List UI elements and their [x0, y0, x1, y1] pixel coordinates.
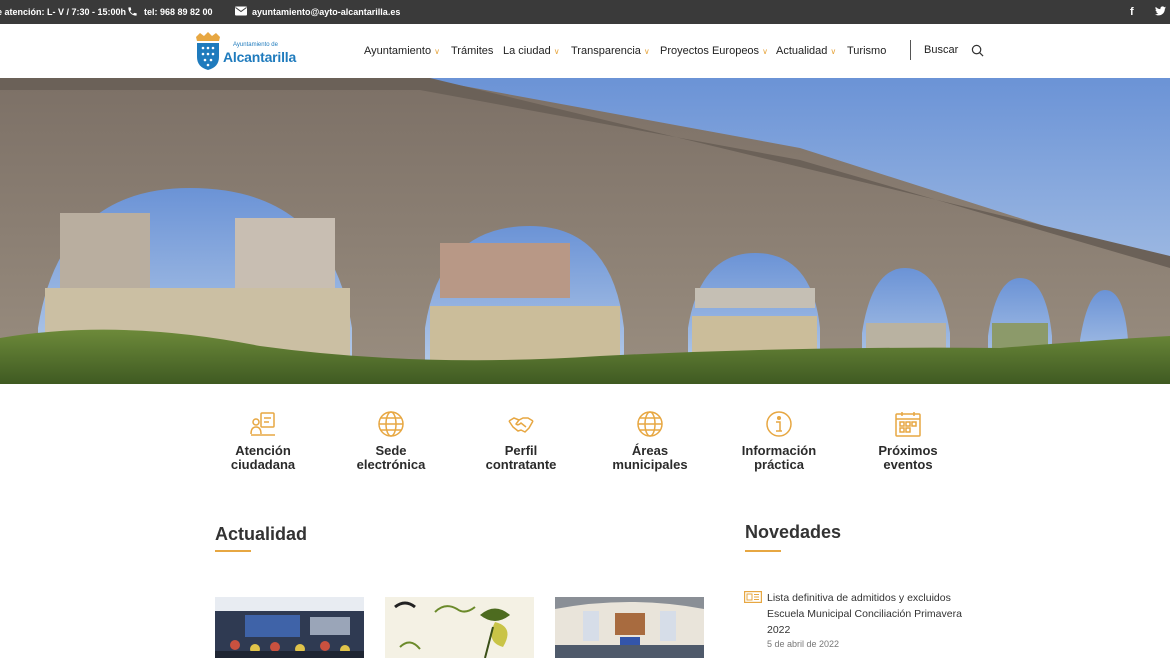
info-icon: [766, 411, 792, 437]
chevron-down-icon: ∨: [830, 47, 837, 56]
news-thumbnail[interactable]: [555, 597, 704, 658]
heading-underline: [745, 550, 781, 552]
site-logo[interactable]: Ayuntamiento de Alcantarilla: [193, 31, 303, 71]
nav-item-transparencia[interactable]: Transparencia ∨: [571, 24, 650, 78]
quick-access-label: Próximos eventos: [878, 443, 938, 472]
nav-item-turismo[interactable]: Turismo: [847, 24, 886, 78]
nav-item-proyectos-europeos[interactable]: Proyectos Europeos ∨: [660, 24, 768, 78]
quick-access-areas-municipales[interactable]: Áreas municipales: [595, 410, 705, 472]
news-thumbnail[interactable]: [385, 597, 534, 658]
hero-image: [0, 78, 1170, 384]
nav-item-ayuntamiento[interactable]: Ayuntamiento ∨: [364, 24, 440, 78]
quick-access-atencion-ciudadana[interactable]: Atención ciudadana: [208, 410, 318, 472]
actualidad-heading: Actualidad: [215, 524, 308, 544]
quick-access-label: Perfil contratante: [485, 443, 557, 472]
nav-item-label: Trámites: [451, 45, 494, 57]
quick-access-informacion-practica[interactable]: Información práctica: [724, 410, 834, 472]
globe-icon: [637, 411, 663, 437]
nav-item-la-ciudad[interactable]: La ciudad ∨: [503, 24, 560, 78]
nav-item-actualidad[interactable]: Actualidad ∨: [776, 24, 836, 78]
globe-icon: [378, 411, 404, 437]
quick-access-label: Sede electrónica: [356, 443, 426, 472]
logo-title: Alcantarilla: [223, 49, 297, 65]
nav-item-label: Ayuntamiento: [364, 45, 432, 57]
chevron-down-icon: ∨: [762, 47, 768, 56]
quick-access-perfil-contratante[interactable]: Perfil contratante: [466, 410, 576, 472]
quick-access-label: Áreas municipales: [612, 443, 688, 472]
citizen-service-icon: [250, 412, 275, 436]
top-bar: e atención: L- V / 7:30 - 15:00h tel: 96…: [0, 0, 1170, 24]
nav-item-label: Proyectos Europeos: [660, 45, 760, 57]
nav-item-label: La ciudad: [503, 45, 551, 57]
nav-item-tramites[interactable]: Trámites: [451, 24, 493, 78]
quick-access-label: Información práctica: [741, 443, 817, 472]
chevron-down-icon: ∨: [434, 47, 440, 56]
mail-icon: [235, 0, 247, 24]
nav-item-label: Turismo: [847, 45, 887, 57]
chevron-down-icon: ∨: [553, 47, 560, 56]
site-header: Ayuntamiento de Alcantarilla Ayuntamient…: [0, 24, 1170, 78]
logo-subtitle: Ayuntamiento de: [233, 42, 278, 48]
novedades-heading: Novedades: [745, 522, 842, 542]
quick-access-proximos-eventos[interactable]: Próximos eventos: [853, 410, 963, 472]
opening-hours: e atención: L- V / 7:30 - 15:00h: [0, 7, 127, 17]
chevron-down-icon: ∨: [643, 47, 650, 56]
handshake-icon: [508, 417, 534, 433]
phone-icon: [127, 0, 138, 24]
facebook-icon[interactable]: f: [1130, 0, 1134, 24]
phone-link[interactable]: tel: 968 89 82 00: [144, 0, 213, 24]
novedad-link[interactable]: Lista definitiva de admitidos y excluido…: [767, 590, 967, 638]
nav-item-label: Actualidad: [776, 45, 828, 57]
nav-divider: [910, 40, 911, 60]
twitter-icon[interactable]: [1155, 0, 1166, 24]
search-icon[interactable]: [971, 44, 984, 57]
calendar-icon: [895, 412, 921, 437]
heading-underline: [215, 550, 251, 552]
news-thumbnail[interactable]: [215, 597, 364, 658]
coat-of-arms-icon: [196, 32, 220, 70]
search-button[interactable]: Buscar: [924, 24, 958, 78]
quick-access-label: Atención ciudadana: [230, 443, 296, 472]
newspaper-icon: [744, 591, 762, 603]
email-link[interactable]: ayuntamiento@ayto-alcantarilla.es: [252, 0, 400, 24]
novedad-date: 5 de abril de 2022: [767, 639, 840, 649]
nav-item-label: Transparencia: [571, 45, 641, 57]
quick-access-sede-electronica[interactable]: Sede electrónica: [336, 410, 446, 472]
